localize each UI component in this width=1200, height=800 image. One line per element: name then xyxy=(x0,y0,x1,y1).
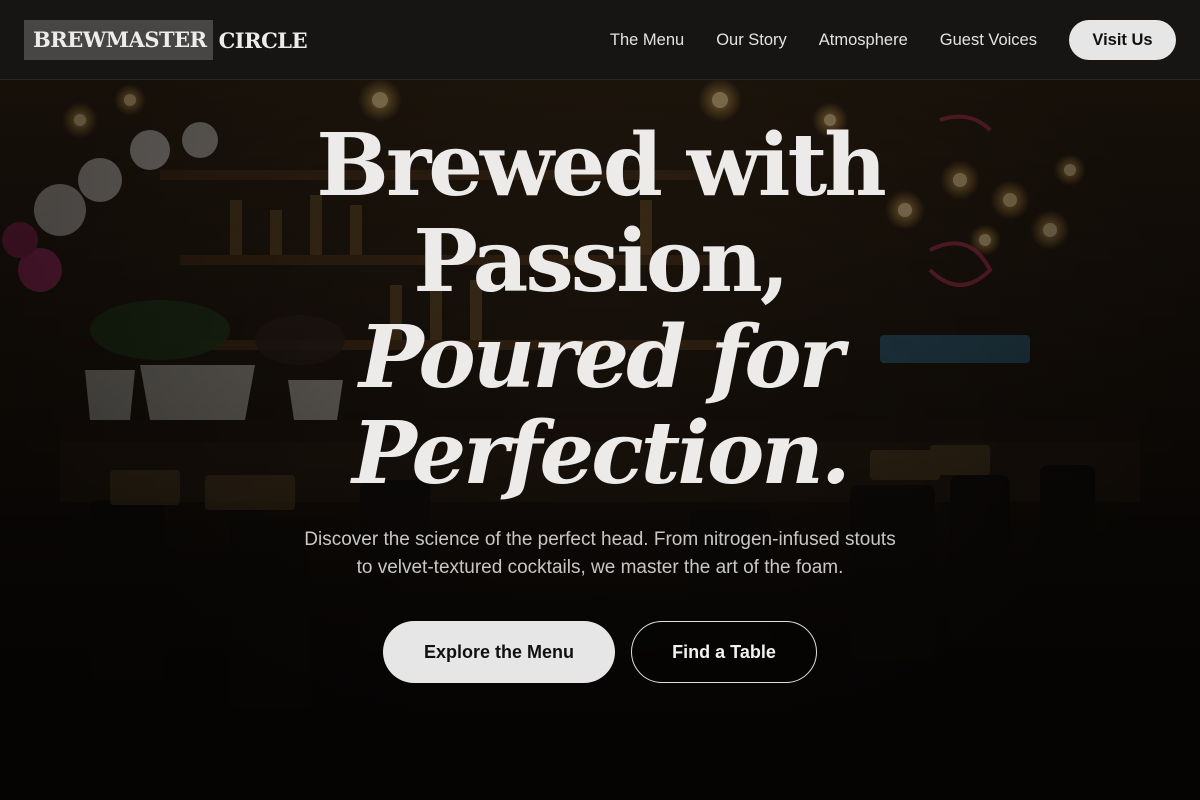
hero-description-line-2: to velvet-textured cocktails, we master … xyxy=(356,557,844,578)
nav-link-atmosphere[interactable]: Atmosphere xyxy=(819,31,908,50)
headline-line-4: Perfection. xyxy=(352,403,851,504)
headline-line-3: Poured for xyxy=(358,307,844,408)
site-header: BREWMASTER CIRCLE The Menu Our Story Atm… xyxy=(0,0,1200,80)
find-table-button[interactable]: Find a Table xyxy=(631,621,817,683)
brand-name-main: BREWMASTER xyxy=(24,20,213,60)
nav-link-guest-voices[interactable]: Guest Voices xyxy=(940,31,1037,50)
visit-us-button[interactable]: Visit Us xyxy=(1069,20,1176,60)
nav-link-menu[interactable]: The Menu xyxy=(610,31,684,50)
hero-section: Brewed with Passion, Poured for Perfecti… xyxy=(0,0,1200,800)
brand-logo[interactable]: BREWMASTER CIRCLE xyxy=(24,20,308,60)
hero-description-line-1: Discover the science of the perfect head… xyxy=(304,529,896,550)
brand-name-sub: CIRCLE xyxy=(218,27,308,53)
explore-menu-button[interactable]: Explore the Menu xyxy=(383,621,615,683)
nav-link-our-story[interactable]: Our Story xyxy=(716,31,787,50)
main-navigation: The Menu Our Story Atmosphere Guest Voic… xyxy=(610,20,1176,60)
hero-headline: Brewed with Passion, Poured for Perfecti… xyxy=(100,118,1100,502)
headline-line-2: Passion, xyxy=(413,211,789,312)
headline-line-1: Brewed with xyxy=(316,115,887,216)
hero-description: Discover the science of the perfect head… xyxy=(200,526,1000,582)
